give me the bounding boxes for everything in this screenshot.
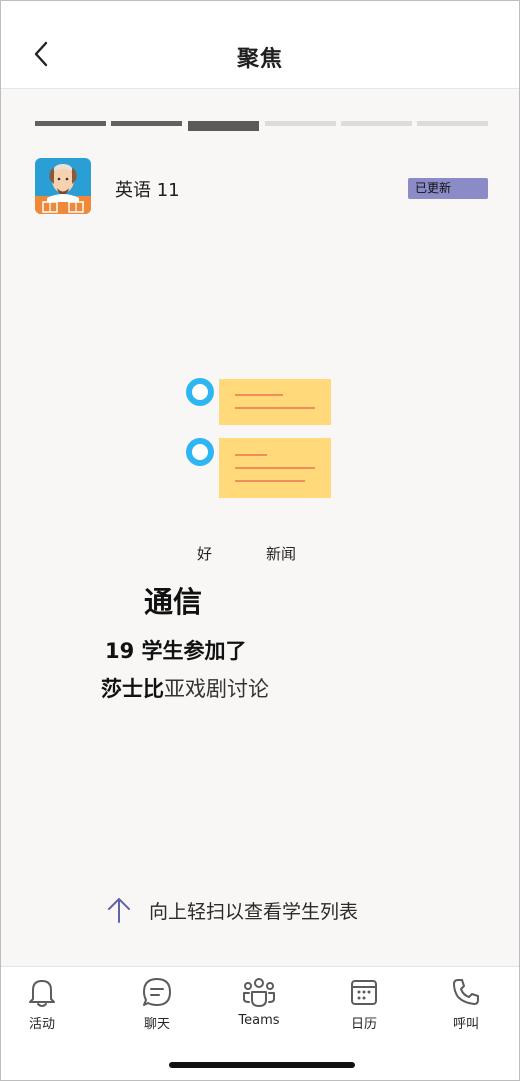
nav-activity-label: 活动 (28, 1017, 55, 1032)
arrow-up-icon (107, 896, 131, 924)
story-tags: 好 新闻 (1, 543, 519, 563)
nav-teams[interactable]: Teams (214, 975, 304, 1028)
progress-segment-2 (111, 121, 182, 126)
story-detail-bold: 莎士比 (101, 677, 164, 701)
phone-icon (453, 979, 479, 1005)
class-name[interactable]: 英语 11 (115, 176, 180, 202)
progress-segment-3 (188, 121, 259, 131)
home-indicator[interactable] (169, 1062, 355, 1068)
story-detail-rest: 亚戏剧讨论 (164, 677, 269, 701)
nav-calendar-label: 日历 (350, 1017, 377, 1032)
class-avatar[interactable] (35, 158, 91, 214)
nav-calls[interactable]: 呼叫 (421, 975, 511, 1032)
nav-chat-label: 聊天 (143, 1017, 170, 1032)
shakespeare-avatar-icon (35, 158, 91, 214)
bell-icon (29, 980, 55, 1007)
app-frame: 聚焦 英语 11 已更新 好 新闻 通信 19 学生参加了 莎士比亚戏剧讨论 向… (0, 0, 520, 1081)
tag-good: 好 (197, 545, 213, 563)
progress-segment-5 (341, 121, 412, 126)
swipe-up-hint[interactable]: 向上轻扫以查看学生列表 (107, 896, 358, 924)
chat-icon (143, 978, 171, 1006)
tag-news: 新闻 (266, 545, 297, 563)
nav-activity[interactable]: 活动 (1, 975, 87, 1032)
page-title: 聚焦 (236, 47, 283, 72)
nav-chat[interactable]: 聊天 (112, 975, 202, 1032)
nav-calendar[interactable]: 日历 (319, 975, 409, 1032)
calendar-icon (351, 980, 377, 1005)
nav-teams-label: Teams (238, 1013, 280, 1028)
story-detail: 莎士比亚戏剧讨论 (101, 673, 269, 703)
nav-calls-label: 呼叫 (452, 1017, 479, 1032)
notes-illustration-icon (186, 378, 331, 498)
progress-segment-4 (265, 121, 336, 126)
notes-illustration (185, 373, 335, 503)
story-stat: 19 学生参加了 (105, 639, 247, 663)
status-badge: 已更新 (408, 178, 488, 199)
story-headline: 通信 (144, 585, 203, 619)
story-progress (35, 121, 489, 133)
top-bar: 聚焦 (1, 1, 519, 89)
teams-icon (243, 978, 275, 1007)
progress-segment-1 (35, 121, 106, 126)
swipe-up-label: 向上轻扫以查看学生列表 (149, 900, 359, 923)
progress-segment-6 (417, 121, 488, 126)
